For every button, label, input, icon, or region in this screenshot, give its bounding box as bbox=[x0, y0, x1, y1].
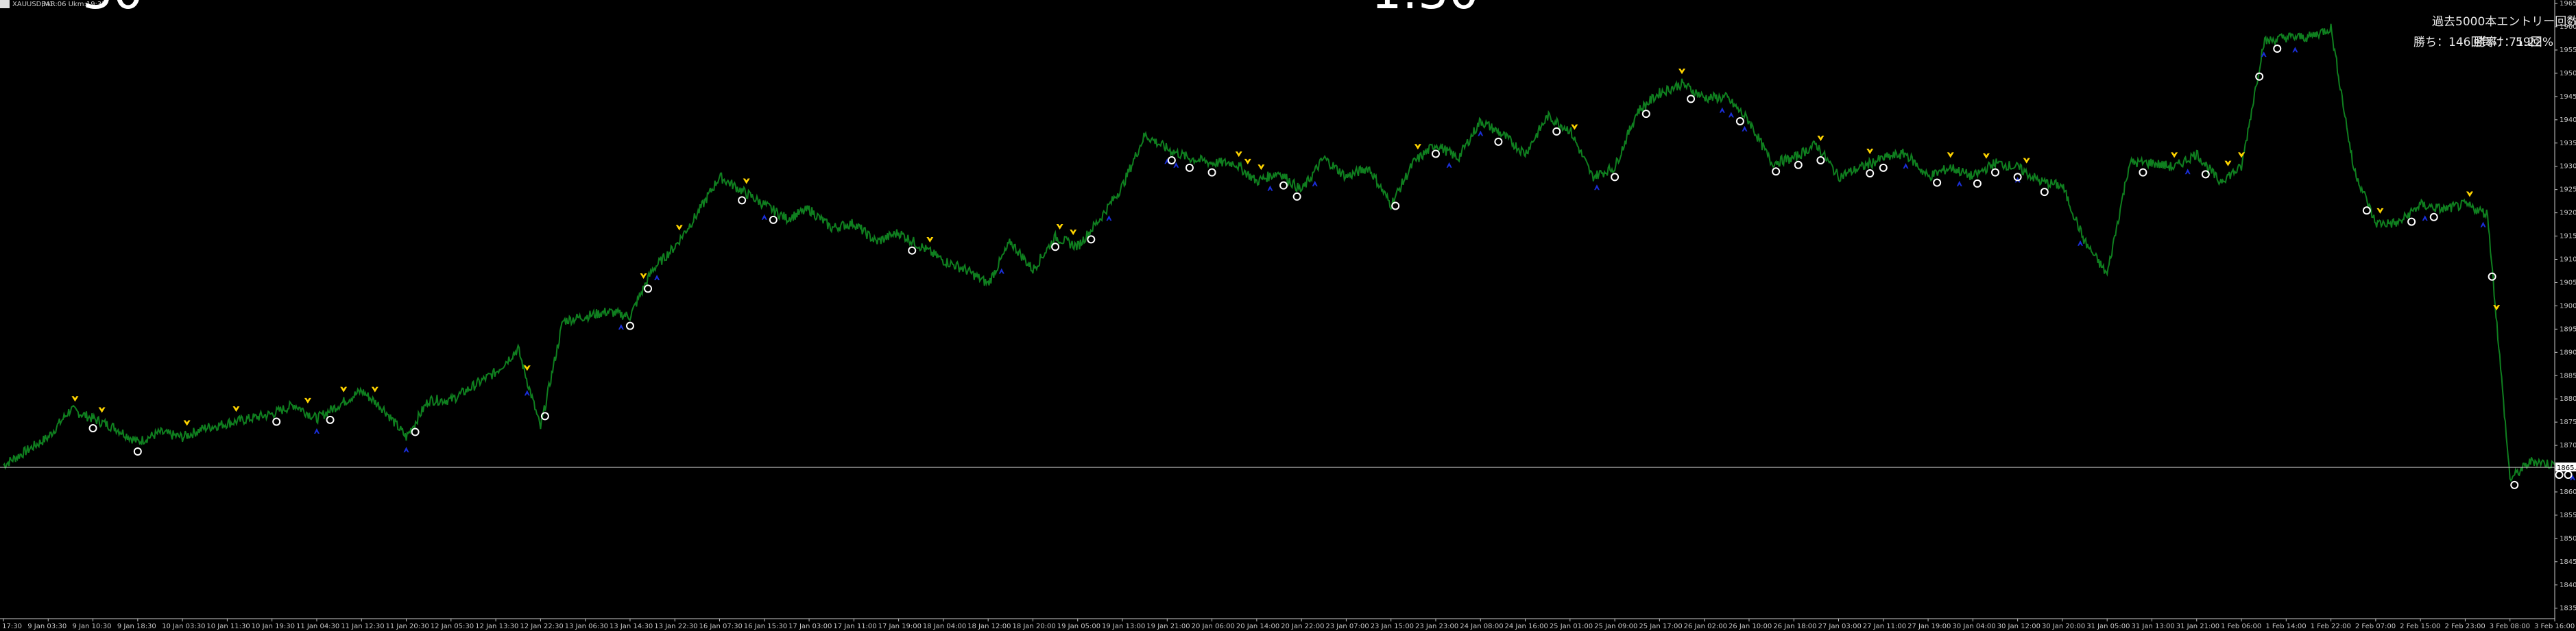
x-tick-label: 11 Jan 04:30 bbox=[296, 623, 339, 630]
y-tick-label: 1895.25 bbox=[2560, 325, 2576, 333]
y-tick-label: 1930.25 bbox=[2560, 163, 2576, 171]
y-tick-label: 1925.25 bbox=[2560, 186, 2576, 194]
x-tick-label: 24 Jan 16:00 bbox=[1505, 623, 1548, 630]
x-tick-label: 26 Jan 18:00 bbox=[1773, 623, 1816, 630]
x-tick-label: 10 Jan 19:30 bbox=[252, 623, 295, 630]
x-tick-label: 20 Jan 06:00 bbox=[1192, 623, 1235, 630]
x-tick-label: 13 Jan 22:30 bbox=[654, 623, 697, 630]
y-tick-label: 1960.25 bbox=[2560, 23, 2576, 31]
x-tick-label: 27 Jan 11:00 bbox=[1863, 623, 1906, 630]
y-tick-label: 1945.25 bbox=[2560, 93, 2576, 101]
y-tick-label: 1850.25 bbox=[2560, 535, 2576, 543]
x-tick-label: 19 Jan 05:00 bbox=[1057, 623, 1100, 630]
window-icon bbox=[0, 0, 10, 8]
x-tick-label: 1 Feb 14:00 bbox=[2265, 623, 2306, 630]
y-tick-label: 1900.25 bbox=[2560, 302, 2576, 310]
x-tick-label: 26 Jan 10:00 bbox=[1729, 623, 1772, 630]
y-tick-label: 1885.25 bbox=[2560, 372, 2576, 380]
y-tick-label: 1940.25 bbox=[2560, 116, 2576, 124]
x-tick-label: 11 Jan 20:30 bbox=[386, 623, 429, 630]
big-text-left: 30 bbox=[82, 0, 143, 20]
y-tick-label: 1955.25 bbox=[2560, 47, 2576, 54]
y-tick-label: 1890.25 bbox=[2560, 349, 2576, 356]
x-tick-label: 23 Jan 23:00 bbox=[1415, 623, 1458, 630]
x-tick-label: 20 Jan 22:00 bbox=[1281, 623, 1324, 630]
x-tick-label: 1 Feb 22:00 bbox=[2311, 623, 2351, 630]
x-tick-label: 31 Jan 13:00 bbox=[2131, 623, 2174, 630]
big-text-right: 1:30 bbox=[1371, 0, 1479, 20]
x-tick-label: 9 Jan 03:30 bbox=[27, 623, 67, 630]
stats-winrate: 勝率：71.22% bbox=[2474, 36, 2553, 49]
stats-wins: 勝ち：146回 bbox=[2414, 36, 2482, 49]
x-tick-label: 12 Jan 22:30 bbox=[520, 623, 563, 630]
x-tick-label: 1 Feb 06:00 bbox=[2221, 623, 2261, 630]
x-tick-label: 26 Jan 02:00 bbox=[1684, 623, 1727, 630]
x-tick-label: 3 Feb 16:00 bbox=[2534, 623, 2575, 630]
x-tick-label: 25 Jan 17:00 bbox=[1639, 623, 1682, 630]
y-tick-label: 1965.25 bbox=[2560, 0, 2576, 8]
x-tick-label: 13 Jan 14:30 bbox=[610, 623, 653, 630]
x-tick-label: 30 Jan 20:00 bbox=[2042, 623, 2085, 630]
x-tick-label: 18 Jan 20:00 bbox=[1012, 623, 1055, 630]
x-tick-label: 18 Jan 12:00 bbox=[967, 623, 1011, 630]
x-tick-label: 9 Jan 10:30 bbox=[73, 623, 112, 630]
x-tick-label: 19 Jan 13:00 bbox=[1102, 623, 1145, 630]
x-tick-label: 18 Jan 04:00 bbox=[923, 623, 966, 630]
y-tick-label: 1845.25 bbox=[2560, 558, 2576, 566]
x-tick-label: 10 Jan 03:30 bbox=[162, 623, 205, 630]
y-tick-label: 1855.25 bbox=[2560, 512, 2576, 519]
x-tick-label: 23 Jan 07:00 bbox=[1325, 623, 1369, 630]
y-tick-label: 1860.25 bbox=[2560, 488, 2576, 496]
x-tick-label: 17 Jan 03:00 bbox=[789, 623, 832, 630]
x-tick-label: 30 Jan 04:00 bbox=[1952, 623, 1995, 630]
y-tick-label: 1950.25 bbox=[2560, 70, 2576, 77]
x-tick-label: 13 Jan 06:30 bbox=[565, 623, 608, 630]
y-tick-label: 1905.25 bbox=[2560, 279, 2576, 286]
x-tick-label: 9 Jan 18:30 bbox=[117, 623, 156, 630]
y-tick-label: 1915.25 bbox=[2560, 233, 2576, 240]
x-tick-label: 27 Jan 19:00 bbox=[1907, 623, 1951, 630]
x-tick-label: 2 Feb 23:00 bbox=[2444, 623, 2485, 630]
x-tick-label: 3 Feb 08:00 bbox=[2490, 623, 2530, 630]
x-tick-label: 10 Jan 11:30 bbox=[206, 623, 250, 630]
x-tick-label: 2 Feb 15:00 bbox=[2400, 623, 2440, 630]
x-tick-label: 25 Jan 01:00 bbox=[1550, 623, 1593, 630]
x-tick-label: 31 Jan 21:00 bbox=[2176, 623, 2219, 630]
y-tick-label: 1870.25 bbox=[2560, 442, 2576, 449]
x-tick-label: 24 Jan 08:00 bbox=[1460, 623, 1503, 630]
x-tick-label: 23 Jan 15:00 bbox=[1371, 623, 1414, 630]
x-tick-label: 11 Jan 12:30 bbox=[341, 623, 384, 630]
x-tick-label: 30 Jan 12:00 bbox=[1997, 623, 2041, 630]
y-tick-label: 1920.25 bbox=[2560, 210, 2576, 217]
price-chart[interactable]: XAUUSD,M1 BAR:06 Ukm:19:35 30 1:30 過去500… bbox=[0, 0, 2576, 631]
x-tick-label: 27 Jan 03:00 bbox=[1818, 623, 1862, 630]
x-tick-label: 16 Jan 15:30 bbox=[744, 623, 787, 630]
x-tick-label: 12 Jan 05:30 bbox=[431, 623, 474, 630]
y-tick-label: 1910.25 bbox=[2560, 256, 2576, 264]
y-tick-label: 1835.25 bbox=[2560, 605, 2576, 613]
x-tick-label: 17 Jan 19:00 bbox=[878, 623, 922, 630]
x-tick-label: 2 Feb 07:00 bbox=[2355, 623, 2396, 630]
y-tick-label: 1880.25 bbox=[2560, 395, 2576, 403]
y-tick-label: 1935.25 bbox=[2560, 140, 2576, 147]
x-tick-label: 20 Jan 14:00 bbox=[1236, 623, 1279, 630]
x-tick-label: 16 Jan 07:30 bbox=[699, 623, 742, 630]
x-tick-label: 19 Jan 21:00 bbox=[1146, 623, 1190, 630]
x-tick-label: 12 Jan 13:30 bbox=[475, 623, 518, 630]
x-tick-label: 25 Jan 09:00 bbox=[1594, 623, 1637, 630]
y-tick-label: 1840.25 bbox=[2560, 582, 2576, 589]
y-tick-label: 1875.25 bbox=[2560, 419, 2576, 426]
x-tick-label: 31 Jan 05:00 bbox=[2086, 623, 2130, 630]
chart-background bbox=[0, 0, 2576, 631]
x-tick-label: 6 Jan 17:30 bbox=[0, 623, 22, 630]
x-tick-label: 17 Jan 11:00 bbox=[833, 623, 876, 630]
